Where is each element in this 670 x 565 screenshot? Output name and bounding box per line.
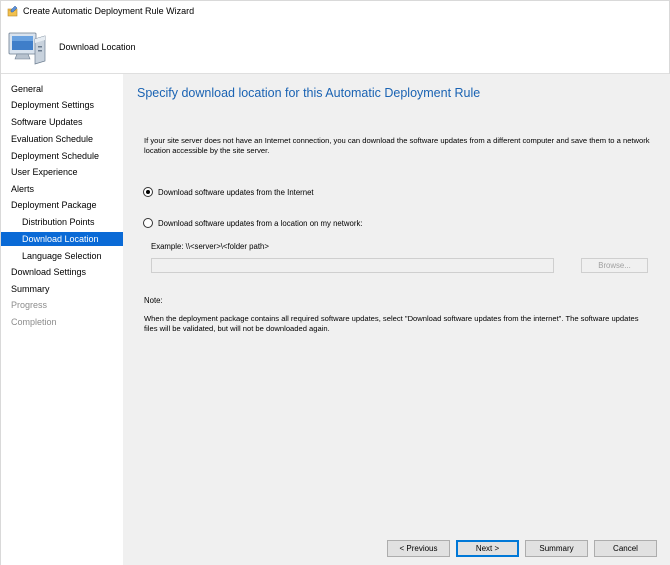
sidebar-item-software-updates[interactable]: Software Updates	[1, 115, 123, 129]
option-network-row[interactable]: Download software updates from a locatio…	[143, 217, 363, 229]
intro-text: If your site server does not have an Int…	[144, 136, 650, 155]
note-text: When the deployment package contains all…	[144, 314, 639, 333]
sidebar-item-completion: Completion	[11, 317, 57, 327]
path-example-text: Example: \\<server>\<folder path>	[151, 242, 269, 251]
computer-icon	[8, 32, 46, 65]
option-internet-row[interactable]: Download software updates from the Inter…	[143, 186, 314, 198]
sidebar-item-progress: Progress	[11, 300, 48, 310]
sidebar-item-download-settings[interactable]: Download Settings	[1, 265, 123, 279]
network-path-input[interactable]	[151, 258, 554, 273]
sidebar-item-download-location[interactable]: Download Location	[1, 232, 123, 246]
sidebar-item-deployment-settings[interactable]: Deployment Settings	[1, 98, 123, 112]
title-bar: Create Automatic Deployment Rule Wizard	[1, 1, 669, 21]
wizard-window: Create Automatic Deployment Rule Wizard …	[0, 0, 670, 565]
internet-radio-label[interactable]: Download software updates from the Inter…	[158, 188, 314, 197]
next-button[interactable]: Next >	[456, 540, 519, 557]
previous-button[interactable]: < Previous	[387, 540, 450, 557]
sidebar-item-user-experience[interactable]: User Experience	[1, 165, 123, 179]
network-radio[interactable]	[143, 218, 153, 228]
sidebar-item-distribution-points[interactable]: Distribution Points	[1, 215, 123, 229]
summary-button[interactable]: Summary	[525, 540, 588, 557]
internet-radio[interactable]	[143, 187, 153, 197]
note-label: Note:	[144, 296, 163, 305]
network-radio-label[interactable]: Download software updates from a locatio…	[158, 219, 363, 228]
wizard-header: Download Location	[1, 21, 669, 74]
sidebar-item-deployment-schedule[interactable]: Deployment Schedule	[1, 149, 123, 163]
window-title: Create Automatic Deployment Rule Wizard	[23, 6, 195, 16]
sidebar-item-language-selection[interactable]: Language Selection	[1, 249, 123, 263]
page-heading: Specify download location for this Autom…	[137, 86, 481, 100]
wizard-steps-sidebar: General Deployment Settings Software Upd…	[1, 74, 123, 565]
sidebar-item-evaluation-schedule[interactable]: Evaluation Schedule	[1, 132, 123, 146]
sidebar-item-general[interactable]: General	[1, 82, 123, 96]
wizard-app-icon	[7, 5, 18, 17]
header-page-name: Download Location	[59, 42, 136, 52]
browse-button[interactable]: Browse...	[581, 258, 648, 273]
wizard-footer: < Previous Next > Summary Cancel	[123, 524, 670, 565]
sidebar-item-summary[interactable]: Summary	[1, 282, 123, 296]
cancel-button[interactable]: Cancel	[594, 540, 657, 557]
sidebar-item-deployment-package[interactable]: Deployment Package	[1, 198, 123, 212]
sidebar-item-alerts[interactable]: Alerts	[1, 182, 123, 196]
wizard-content-panel: Specify download location for this Autom…	[123, 74, 670, 524]
